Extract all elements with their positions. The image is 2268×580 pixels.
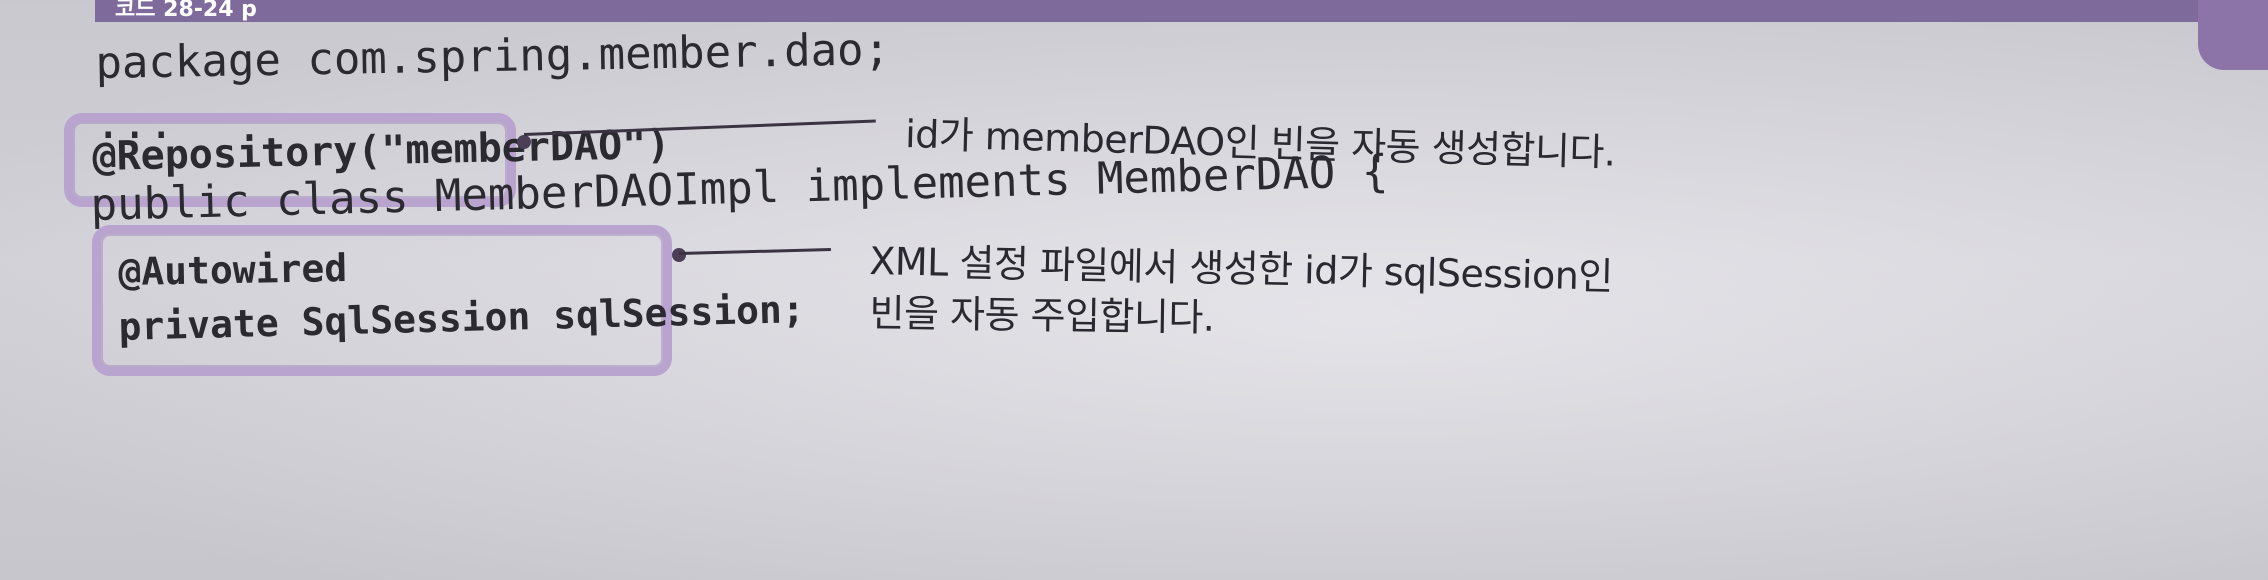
repository-leader-dot [517,135,531,149]
autowired-leader-line [678,248,831,255]
listing-caption: 코드 28-24 p [115,0,257,22]
code-line-package: package com.spring.member.dao; [95,24,891,89]
autowired-note-line2: 빈을 자동 주입합니다. [869,290,1215,340]
code-line-autowired-annotation: @Autowired [118,246,348,294]
listing-header-band [95,0,2268,70]
